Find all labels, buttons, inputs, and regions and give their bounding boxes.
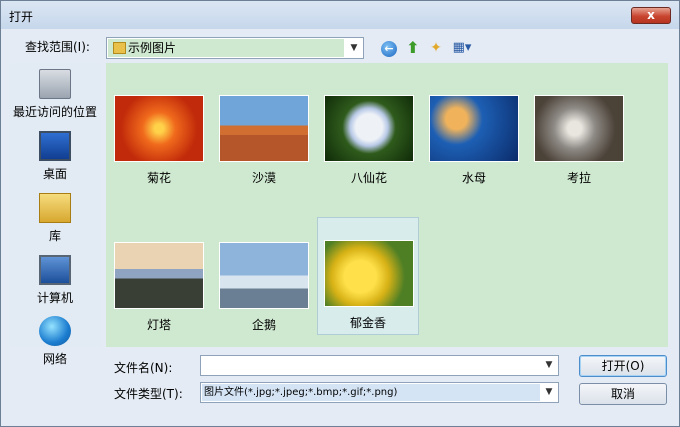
- place-recent[interactable]: 最近访问的位置: [9, 69, 101, 120]
- look-in-dropdown-icon[interactable]: ▼: [345, 38, 363, 58]
- file-thumbnail: [429, 95, 519, 162]
- file-name-label: 文件名(N):: [114, 361, 173, 375]
- file-name: 郁金香: [349, 316, 386, 330]
- window-title: 打开: [9, 10, 34, 24]
- file-name: 菊花: [146, 171, 171, 185]
- file-name: 水母: [461, 171, 486, 185]
- file-name-input[interactable]: ▼: [200, 355, 559, 376]
- cancel-button[interactable]: 取消: [579, 383, 667, 405]
- new-folder-icon: ✦: [430, 40, 442, 56]
- up-folder-button[interactable]: ⬆: [403, 38, 423, 58]
- file-type-dropdown-icon[interactable]: ▼: [540, 383, 558, 402]
- place-label: 库: [48, 229, 61, 243]
- file-item-selected[interactable]: 郁金香: [317, 217, 419, 335]
- title-bar[interactable]: 打开 x: [1, 1, 679, 29]
- file-name: 灯塔: [146, 318, 171, 332]
- library-icon: [39, 193, 71, 223]
- file-thumbnail: [114, 95, 204, 162]
- file-name-dropdown-icon[interactable]: ▼: [540, 356, 558, 375]
- up-arrow-icon: ⬆: [406, 38, 420, 57]
- file-name: 考拉: [566, 171, 591, 185]
- file-type-value: 图片文件(*.jpg;*.jpeg;*.bmp;*.gif;*.png): [202, 384, 540, 401]
- new-folder-button[interactable]: ✦: [426, 38, 446, 58]
- file-item[interactable]: 菊花: [108, 73, 210, 191]
- folder-icon: [113, 42, 126, 54]
- place-library[interactable]: 库: [9, 193, 101, 244]
- file-thumbnail: [324, 95, 414, 162]
- network-icon: [39, 316, 71, 346]
- file-thumbnail: [114, 242, 204, 309]
- file-item[interactable]: 沙漠: [213, 73, 315, 191]
- look-in-value: 示例图片: [108, 39, 344, 57]
- computer-icon: [39, 255, 71, 285]
- view-menu-button[interactable]: ▦▾: [449, 38, 475, 58]
- file-list[interactable]: 菊花 沙漠 八仙花 水母 考拉 灯塔 企鹅 郁金香: [106, 63, 668, 347]
- place-label: 最近访问的位置: [12, 105, 97, 119]
- look-in-combo[interactable]: 示例图片 ▼: [106, 37, 364, 59]
- file-item[interactable]: 水母: [423, 73, 525, 191]
- file-thumbnail: [324, 240, 414, 307]
- file-thumbnail: [219, 95, 309, 162]
- file-item[interactable]: 考拉: [528, 73, 630, 191]
- place-label: 网络: [42, 352, 67, 366]
- file-thumbnail: [219, 242, 309, 309]
- close-button[interactable]: x: [631, 7, 671, 24]
- back-arrow-icon: ←: [381, 41, 397, 57]
- file-name: 沙漠: [251, 171, 276, 185]
- file-item[interactable]: 八仙花: [318, 73, 420, 191]
- look-in-text: 示例图片: [128, 41, 177, 55]
- place-label: 计算机: [36, 291, 73, 305]
- place-label: 桌面: [42, 167, 67, 181]
- recent-places-icon: [39, 69, 71, 99]
- file-thumbnail: [534, 95, 624, 162]
- places-bar: 最近访问的位置 桌面 库 计算机 网络: [9, 63, 101, 366]
- file-item[interactable]: 企鹅: [213, 220, 315, 338]
- file-type-select[interactable]: 图片文件(*.jpg;*.jpeg;*.bmp;*.gif;*.png) ▼: [200, 382, 559, 403]
- place-computer[interactable]: 计算机: [9, 255, 101, 306]
- look-in-label: 查找范围(I):: [25, 40, 90, 54]
- file-name: 八仙花: [350, 171, 387, 185]
- view-icon: ▦▾: [452, 40, 472, 55]
- back-button[interactable]: ←: [379, 38, 399, 58]
- file-item[interactable]: 灯塔: [108, 220, 210, 338]
- file-type-label: 文件类型(T):: [114, 387, 183, 401]
- open-dialog: 打开 x 查找范围(I): 示例图片 ▼ ← ⬆ ✦ ▦▾ 最近访问的位置 桌面…: [0, 0, 680, 427]
- place-desktop[interactable]: 桌面: [9, 131, 101, 182]
- file-name: 企鹅: [251, 318, 276, 332]
- open-button[interactable]: 打开(O): [579, 355, 667, 377]
- place-network[interactable]: 网络: [9, 316, 101, 367]
- desktop-icon: [39, 131, 71, 161]
